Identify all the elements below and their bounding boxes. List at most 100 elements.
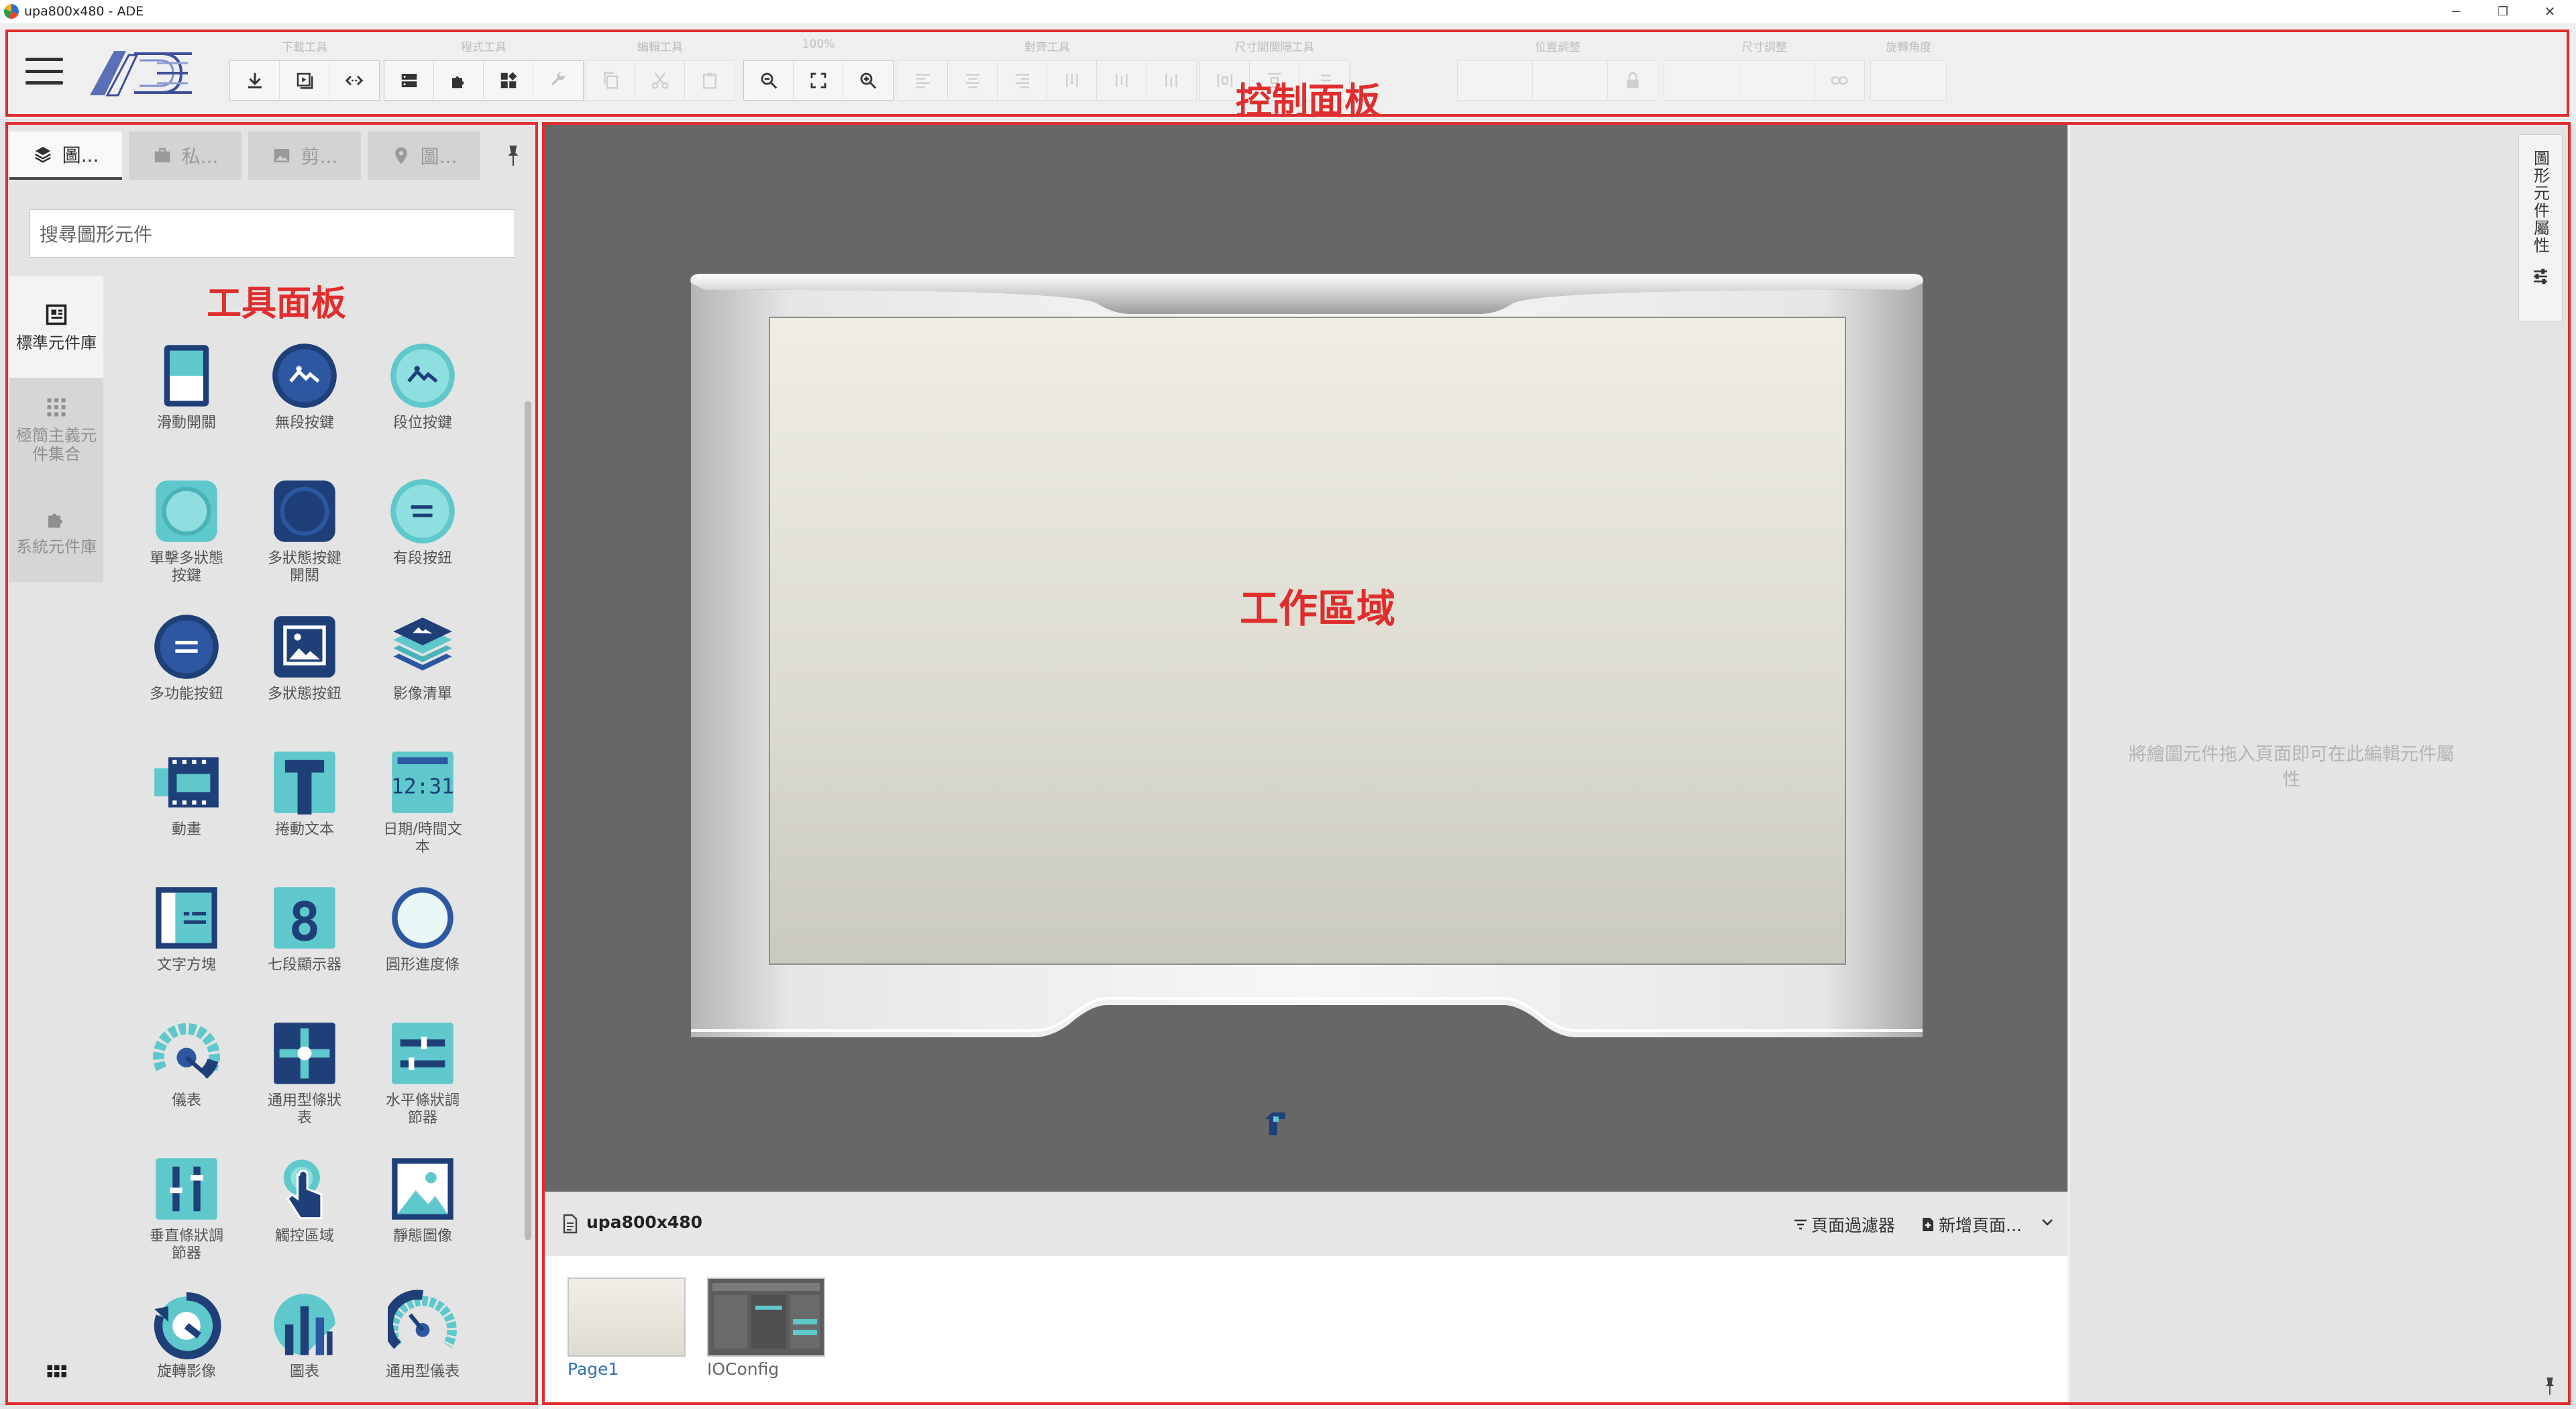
copy-icon[interactable] (586, 61, 635, 100)
component-step-button[interactable]: 段位按鍵 (364, 341, 482, 476)
component-label: 圓形進度條 (385, 957, 460, 974)
component-segmented-button[interactable]: 有段按鈕 (364, 476, 482, 612)
circular-progress-icon (392, 887, 453, 949)
component-label: 水平條狀調節器 (385, 1092, 460, 1127)
position-y-input[interactable] (1533, 61, 1608, 100)
display-screen[interactable] (769, 317, 1846, 965)
add-page-button[interactable]: 新增頁面... (1920, 1212, 2022, 1237)
properties-side-tab[interactable]: 圖形元件屬性 (2518, 134, 2563, 322)
height-input[interactable] (1739, 61, 1815, 100)
category-system[interactable]: 系統元件庫 (9, 480, 103, 582)
rotate-image-icon (154, 1292, 221, 1359)
component-multistate-switch[interactable]: 多狀態按鍵開關 (246, 476, 364, 612)
server-icon[interactable] (384, 61, 434, 100)
align-center-icon[interactable] (948, 61, 998, 100)
code-icon[interactable] (329, 61, 379, 100)
close-button[interactable]: ✕ (2526, 0, 2573, 23)
component-animation[interactable]: 動畫 (127, 747, 246, 883)
align-middle-icon[interactable] (1097, 61, 1146, 100)
category-standard[interactable]: 標準元件庫 (9, 276, 103, 378)
pin-icon[interactable] (504, 144, 522, 168)
component-stepless-button[interactable]: 無段按鍵 (246, 341, 364, 476)
add-page-label: 新增頁面... (1939, 1216, 2022, 1235)
page-bar: upa800x480 頁面過濾器 新增頁面... (545, 1192, 2068, 1256)
component-datetime-text[interactable]: 12:31 日期/時間文本 (364, 747, 482, 883)
chevron-down-icon[interactable] (2039, 1214, 2055, 1230)
wrench-icon[interactable] (533, 61, 583, 100)
component-multistate-button[interactable]: 多狀態按鈕 (246, 612, 364, 747)
component-generic-bar[interactable]: 通用型條狀表 (246, 1019, 364, 1154)
component-slide-switch[interactable]: 滑動開關 (127, 341, 246, 476)
tool-panel-scrollbar[interactable] (525, 401, 531, 1240)
component-label: 動畫 (171, 821, 201, 838)
document-icon (563, 1214, 578, 1234)
tool-panel-annotation: 工具面板 (207, 284, 347, 324)
tab-clipart[interactable]: 剪... (248, 132, 361, 180)
page-label-page1[interactable]: Page1 (568, 1359, 619, 1379)
component-label: 有段按鈕 (392, 550, 452, 567)
component-seven-segment[interactable]: 8 七段顯示器 (246, 883, 364, 1019)
component-vertical-slider[interactable]: 垂直條狀調節器 (127, 1154, 246, 1290)
work-area[interactable] (545, 125, 2068, 1192)
component-chart[interactable]: 圖表 (246, 1290, 364, 1409)
component-label: 通用型條狀表 (267, 1092, 341, 1127)
zoom-in-icon[interactable] (843, 61, 893, 100)
width-input[interactable] (1664, 61, 1739, 100)
fit-screen-icon[interactable] (794, 61, 843, 100)
add-page-icon (1923, 1218, 1933, 1231)
zoom-tools-group: 100% (743, 38, 894, 101)
size-adjust-group: 尺寸調整 (1664, 41, 1865, 101)
segmented-button-icon (390, 479, 455, 543)
tab-icons[interactable]: 圖... (368, 132, 480, 180)
lock-icon[interactable] (1608, 61, 1658, 100)
align-right-icon[interactable] (998, 61, 1047, 100)
puzzle-icon (48, 513, 62, 527)
component-label: 多功能按鈕 (149, 686, 223, 702)
category-minimalism[interactable]: 極簡主義元件集合 (9, 378, 103, 480)
align-left-icon[interactable] (898, 61, 948, 100)
zoom-out-icon[interactable] (744, 61, 794, 100)
component-scroll-text[interactable]: 捲動文本 (246, 747, 364, 883)
position-x-input[interactable] (1458, 61, 1533, 100)
component-search-input[interactable]: 搜尋圖形元件 (30, 209, 515, 258)
component-touch-area[interactable]: 觸控區域 (246, 1154, 364, 1290)
component-single-click-multistate-button[interactable]: 單擊多狀態按鍵 (127, 476, 246, 612)
widgets-icon[interactable] (484, 61, 533, 100)
component-generic-meter[interactable]: 通用型儀表 (364, 1290, 482, 1409)
paste-icon[interactable] (685, 61, 735, 100)
align-bottom-icon[interactable] (1146, 61, 1196, 100)
component-image-list[interactable]: 影像清單 (364, 612, 482, 747)
hamburger-menu-icon[interactable] (25, 58, 63, 85)
component-horizontal-slider[interactable]: 水平條狀調節器 (364, 1019, 482, 1154)
rotation-input[interactable] (1871, 61, 1946, 100)
tab-private[interactable]: 私... (129, 132, 241, 180)
link-icon[interactable] (1815, 61, 1864, 100)
page-thumbnail-page1[interactable] (568, 1277, 686, 1357)
pin-icon[interactable] (2542, 1375, 2557, 1397)
restore-button[interactable]: ❐ (2479, 0, 2526, 23)
component-meter[interactable]: 儀表 (127, 1019, 246, 1154)
component-text-box[interactable]: 文字方塊 (127, 883, 246, 1019)
tab-graphics[interactable]: 圖... (9, 132, 122, 180)
app-icon (4, 4, 19, 19)
component-multifunction-button[interactable]: 多功能按鈕 (127, 612, 246, 747)
cut-icon[interactable] (635, 61, 685, 100)
minimize-button[interactable]: ─ (2432, 0, 2479, 23)
grid-view-icon[interactable] (44, 1362, 68, 1386)
component-rotate-image[interactable]: 旋轉影像 (127, 1290, 246, 1409)
align-top-icon[interactable] (1047, 61, 1097, 100)
puzzle-icon[interactable] (434, 61, 484, 100)
page-label-ioconfig[interactable]: IOConfig (707, 1359, 779, 1379)
component-label: 觸控區域 (274, 1228, 334, 1245)
page-filter-button[interactable]: 頁面過濾器 (1792, 1212, 1895, 1237)
page-thumbnail-ioconfig[interactable] (707, 1277, 825, 1357)
preview-icon[interactable] (280, 61, 329, 100)
briefcase-icon (154, 148, 170, 162)
component-grid: 滑動開關 無段按鍵 段位按鍵 單擊多狀態按鍵 多狀態按鍵開關 有段按鈕 多功能按… (127, 341, 503, 1409)
component-circular-progress[interactable]: 圓形進度條 (364, 883, 482, 1019)
download-icon[interactable] (230, 61, 280, 100)
component-label: 影像清單 (392, 686, 452, 702)
single-click-button-icon (156, 480, 217, 542)
component-static-image[interactable]: 靜態圖像 (364, 1154, 482, 1290)
control-panel: 下載工具 程式工具 編輯工具 100% 對齊工具 尺寸間間隔工具 位置調整 尺寸… (0, 23, 2576, 122)
